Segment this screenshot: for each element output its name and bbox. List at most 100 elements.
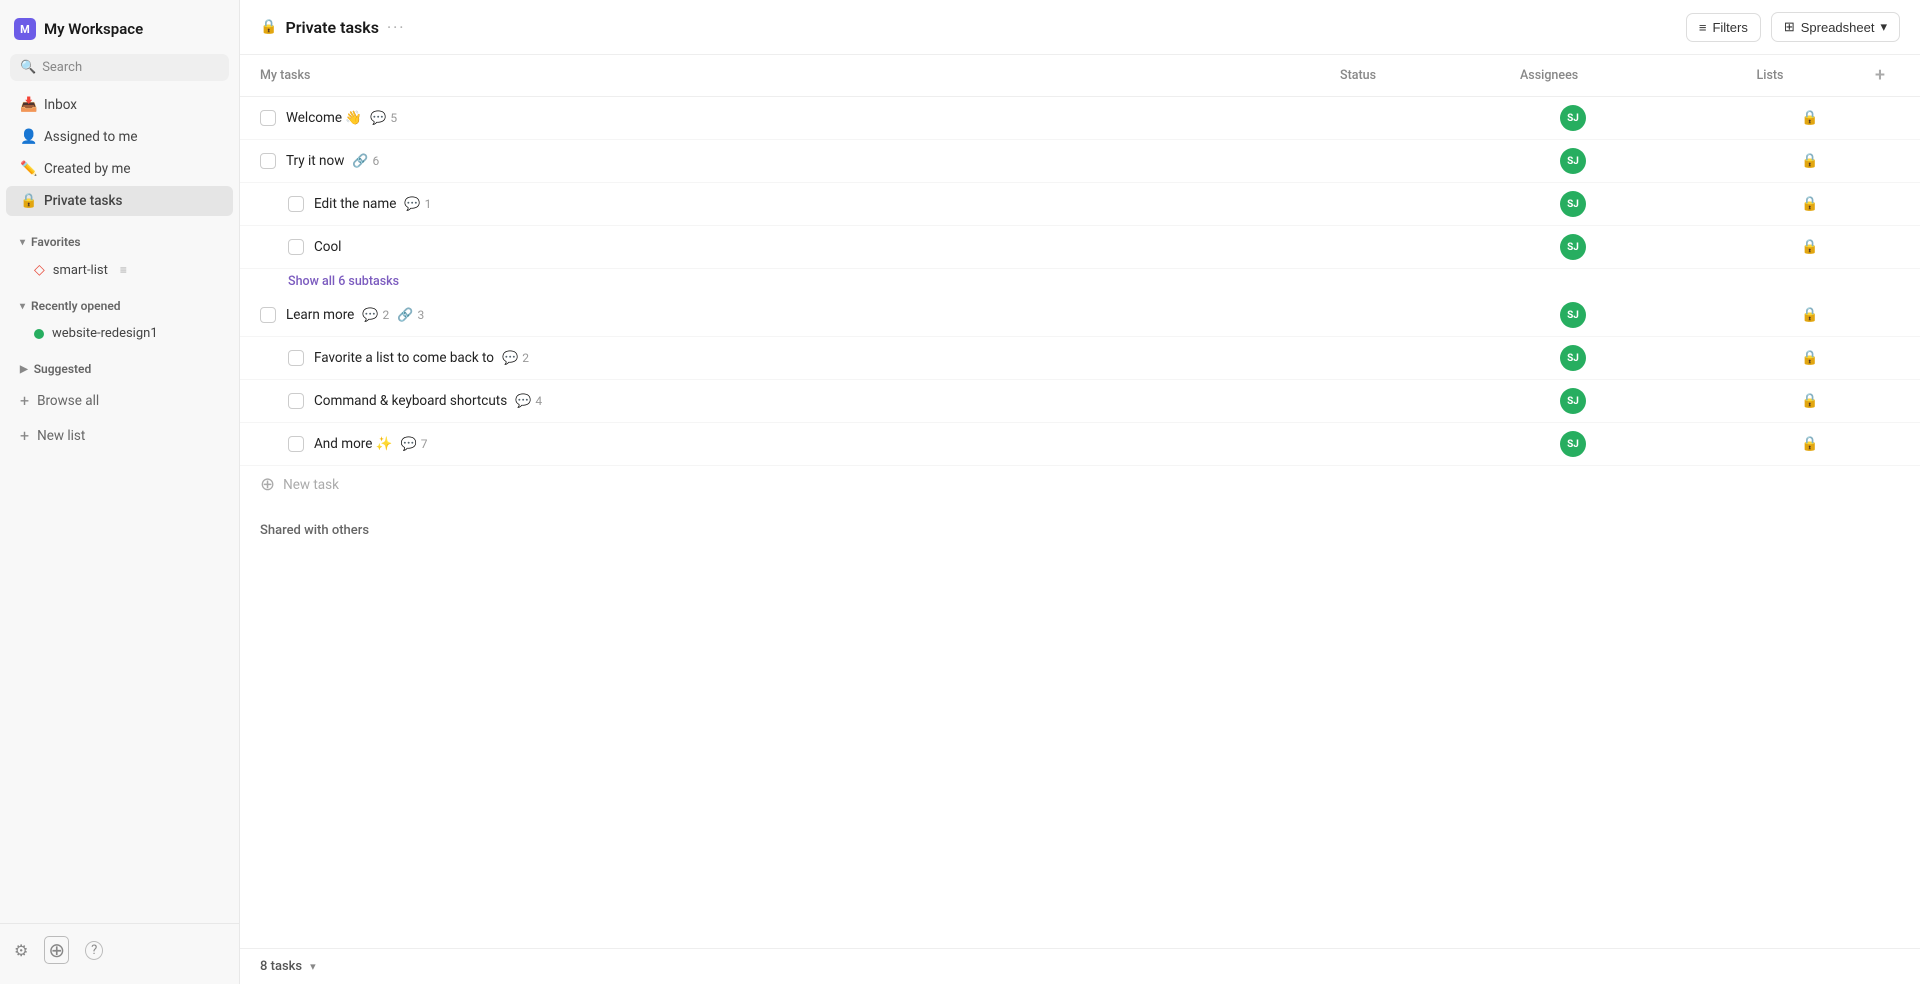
task-lists: 🔒: [1720, 110, 1900, 126]
avatar: SJ: [1560, 234, 1586, 260]
favorites-section[interactable]: ▾ Favorites: [6, 229, 233, 255]
task-link-meta: 🔗 3: [397, 308, 424, 323]
add-task-icon: ⊕: [260, 474, 275, 495]
avatar: SJ: [1560, 105, 1586, 131]
task-checkbox[interactable]: [260, 307, 276, 323]
browse-all-item[interactable]: + Browse all: [6, 384, 233, 417]
show-subtasks-button[interactable]: Show all 6 subtasks: [240, 269, 1920, 294]
avatar: SJ: [1560, 431, 1586, 457]
task-comment-meta: 💬 4: [515, 394, 542, 409]
suggested-label: Suggested: [34, 362, 92, 376]
task-assignees: SJ: [1560, 345, 1720, 371]
filters-button[interactable]: ≡ Filters: [1686, 13, 1761, 42]
avatar: SJ: [1560, 148, 1586, 174]
task-checkbox[interactable]: [288, 436, 304, 452]
table-row[interactable]: Favorite a list to come back to 💬 2 SJ 🔒: [240, 337, 1920, 380]
task-comment-meta: 💬 7: [401, 437, 428, 452]
new-task-button[interactable]: ⊕ New task: [240, 466, 1920, 503]
browse-all-label: Browse all: [37, 393, 99, 409]
topbar: 🔒 Private tasks ··· ≡ Filters ⊞ Spreadsh…: [240, 0, 1920, 55]
chevron-down-icon: ▾: [1880, 19, 1887, 35]
task-checkbox[interactable]: [288, 350, 304, 366]
task-comment-meta: 💬 2: [502, 351, 529, 366]
table-row[interactable]: Try it now 🔗 6 SJ 🔒: [240, 140, 1920, 183]
task-name: Cool: [314, 239, 1380, 255]
table-header: My tasks Status Assignees Lists +: [240, 55, 1920, 97]
table-row[interactable]: Command & keyboard shortcuts 💬 4 SJ 🔒: [240, 380, 1920, 423]
sidebar-item-created[interactable]: ✏️ Created by me: [6, 154, 233, 184]
search-icon: 🔍: [20, 60, 36, 75]
chevron-down-icon: ▾: [20, 301, 25, 312]
sidebar-item-website-redesign[interactable]: website-redesign1: [6, 320, 233, 347]
table-row[interactable]: Learn more 💬 2 🔗 3 SJ 🔒: [240, 294, 1920, 337]
workspace-header[interactable]: M My Workspace: [0, 8, 239, 50]
comment-icon: 💬: [401, 437, 417, 452]
task-assignees: SJ: [1560, 105, 1720, 131]
sidebar-item-assigned[interactable]: 👤 Assigned to me: [6, 122, 233, 152]
task-checkbox[interactable]: [260, 110, 276, 126]
inbox-icon: 📥: [20, 97, 36, 113]
settings-icon[interactable]: ⚙: [14, 941, 28, 960]
avatar: SJ: [1560, 191, 1586, 217]
add-column-button[interactable]: +: [1860, 65, 1900, 86]
avatar: SJ: [1560, 388, 1586, 414]
chevron-right-icon: ▶: [20, 364, 28, 375]
table-row[interactable]: Edit the name 💬 1 SJ 🔒: [240, 183, 1920, 226]
new-list-item[interactable]: + New list: [6, 419, 233, 452]
created-icon: ✏️: [20, 161, 36, 177]
task-name: Command & keyboard shortcuts 💬 4: [314, 393, 1380, 409]
task-checkbox[interactable]: [288, 239, 304, 255]
bottom-bar: 8 tasks ▾: [240, 948, 1920, 984]
status-dot-green: [34, 329, 44, 339]
suggested-section[interactable]: ▶ Suggested: [6, 356, 233, 382]
col-lists-header: Lists: [1680, 68, 1860, 83]
lock-icon: 🔒: [20, 193, 36, 209]
task-name: Favorite a list to come back to 💬 2: [314, 350, 1380, 366]
diamond-icon: ◇: [34, 262, 45, 278]
table-row[interactable]: Welcome 👋 💬 5 SJ 🔒: [240, 97, 1920, 140]
search-placeholder: Search: [42, 60, 82, 75]
task-lists: 🔒: [1720, 153, 1900, 169]
task-lists: 🔒: [1720, 196, 1900, 212]
website-redesign-label: website-redesign1: [52, 326, 158, 341]
search-bar[interactable]: 🔍 Search: [10, 54, 229, 81]
sidebar-item-private[interactable]: 🔒 Private tasks: [6, 186, 233, 216]
topbar-right: ≡ Filters ⊞ Spreadsheet ▾: [1686, 12, 1900, 42]
new-list-label: New list: [37, 428, 85, 444]
sidebar-item-label: Inbox: [44, 97, 77, 113]
spreadsheet-button[interactable]: ⊞ Spreadsheet ▾: [1771, 12, 1900, 42]
tasks-count: 8 tasks: [260, 959, 302, 974]
recently-opened-label: Recently opened: [31, 299, 121, 313]
task-checkbox[interactable]: [288, 196, 304, 212]
task-checkbox[interactable]: [288, 393, 304, 409]
sidebar-item-inbox[interactable]: 📥 Inbox: [6, 90, 233, 120]
col-task-header: My tasks: [260, 68, 1340, 83]
table-row[interactable]: Cool SJ 🔒: [240, 226, 1920, 269]
task-comment-meta: 💬 5: [370, 111, 397, 126]
comment-icon: 💬: [515, 394, 531, 409]
task-name: Welcome 👋 💬 5: [286, 110, 1380, 126]
task-checkbox[interactable]: [260, 153, 276, 169]
task-name: And more ✨ 💬 7: [314, 436, 1380, 452]
tasks-count-chevron[interactable]: ▾: [310, 960, 316, 973]
task-lists: 🔒: [1720, 436, 1900, 452]
task-lists: 🔒: [1720, 350, 1900, 366]
sidebar-item-smart-list[interactable]: ◇ smart-list ≡: [6, 256, 233, 284]
help-icon[interactable]: ?: [85, 941, 103, 960]
spreadsheet-icon: ⊞: [1784, 19, 1795, 35]
main-content: 🔒 Private tasks ··· ≡ Filters ⊞ Spreadsh…: [240, 0, 1920, 984]
add-workspace-icon[interactable]: ⊕: [44, 936, 69, 964]
table-row[interactable]: And more ✨ 💬 7 SJ 🔒: [240, 423, 1920, 466]
topbar-left: 🔒 Private tasks ···: [260, 18, 405, 37]
filter-icon: ≡: [1699, 20, 1707, 35]
comment-icon: 💬: [362, 308, 378, 323]
sidebar-footer: ⚙ ⊕ ?: [0, 923, 239, 976]
task-lists: 🔒: [1720, 239, 1900, 255]
smart-list-badge: ≡: [120, 263, 127, 277]
task-name: Try it now 🔗 6: [286, 153, 1380, 169]
task-assignees: SJ: [1560, 388, 1720, 414]
sidebar-item-label: Private tasks: [44, 193, 123, 209]
more-options-icon[interactable]: ···: [387, 18, 406, 37]
recently-opened-section[interactable]: ▾ Recently opened: [6, 293, 233, 319]
comment-icon: 💬: [404, 197, 420, 212]
